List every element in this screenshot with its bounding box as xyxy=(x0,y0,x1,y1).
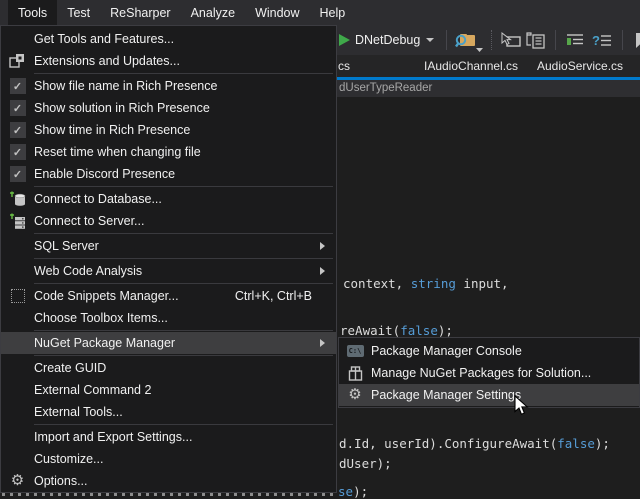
menu-item-show-solution-rich-presence[interactable]: ✓ Show solution in Rich Presence xyxy=(1,97,336,119)
tools-menu: Get Tools and Features... Extensions and… xyxy=(0,25,337,493)
tab-audioservice[interactable]: AudioService.cs xyxy=(537,59,623,73)
shortcut-label: Ctrl+K, Ctrl+B xyxy=(235,289,320,303)
navigate-backward-icon[interactable] xyxy=(499,28,523,52)
tab-iaudiochannel[interactable]: IAudioChannel.cs xyxy=(424,59,518,73)
find-in-files-icon[interactable] xyxy=(453,28,479,52)
menubar-item-help[interactable]: Help xyxy=(310,0,356,25)
menu-item-options[interactable]: ⚙ Options... xyxy=(1,470,336,492)
submenu-arrow-icon xyxy=(320,242,325,250)
menu-item-external-tools[interactable]: External Tools... xyxy=(1,401,336,423)
menu-item-extensions-and-updates[interactable]: Extensions and Updates... xyxy=(1,50,336,72)
code-line: dUser); xyxy=(339,457,392,471)
menu-item-manage-nuget-packages-for-solution[interactable]: Manage NuGet Packages for Solution... xyxy=(339,362,639,384)
run-icon[interactable] xyxy=(338,28,351,52)
code-line: context, string input, xyxy=(343,277,509,291)
bookmark-icon[interactable] xyxy=(629,28,640,52)
menu-item-enable-discord-presence[interactable]: ✓ Enable Discord Presence xyxy=(1,163,336,185)
server-connect-icon xyxy=(1,213,34,230)
check-icon: ✓ xyxy=(10,100,26,116)
toolbar-separator xyxy=(555,30,556,50)
clipped-code-line-tops xyxy=(2,493,336,496)
menu-item-sql-server[interactable]: SQL Server xyxy=(1,235,336,257)
menu-item-show-file-name-rich-presence[interactable]: ✓ Show file name in Rich Presence xyxy=(1,75,336,97)
submenu-arrow-icon xyxy=(320,267,325,275)
submenu-arrow-icon xyxy=(320,339,325,347)
nuget-package-manager-submenu: C:\ Package Manager Console Manage NuGet… xyxy=(338,337,640,408)
indent-lines-icon[interactable] xyxy=(562,28,588,52)
gear-icon: ⚙ xyxy=(348,387,361,403)
menubar-item-resharper[interactable]: ReSharper xyxy=(100,0,180,25)
menubar-item-window[interactable]: Window xyxy=(245,0,309,25)
check-icon: ✓ xyxy=(10,78,26,94)
menu-item-package-manager-settings[interactable]: ⚙ Package Manager Settings xyxy=(339,384,639,406)
code-line: d.Id, userId).ConfigureAwait(false); xyxy=(339,437,610,451)
code-snippets-icon xyxy=(1,289,34,303)
menu-item-choose-toolbox-items[interactable]: Choose Toolbox Items... xyxy=(1,307,336,329)
run-config-dropdown-icon[interactable] xyxy=(426,38,434,42)
menu-item-get-tools-and-features[interactable]: Get Tools and Features... xyxy=(1,28,336,50)
main-menubar: Tools Test ReSharper Analyze Window Help xyxy=(0,0,640,25)
gear-icon: ⚙ xyxy=(11,473,24,489)
check-icon: ✓ xyxy=(10,144,26,160)
menu-item-code-snippets-manager[interactable]: Code Snippets Manager... Ctrl+K, Ctrl+B xyxy=(1,285,336,307)
toolbar-separator xyxy=(622,30,623,50)
menu-item-package-manager-console[interactable]: C:\ Package Manager Console xyxy=(339,340,639,362)
breadcrumb-type-name[interactable]: dUserTypeReader xyxy=(339,82,432,94)
menu-item-import-export-settings[interactable]: Import and Export Settings... xyxy=(1,426,336,448)
console-icon: C:\ xyxy=(339,345,371,357)
menu-item-web-code-analysis[interactable]: Web Code Analysis xyxy=(1,260,336,282)
menu-item-reset-time-when-changing-file[interactable]: ✓ Reset time when changing file xyxy=(1,141,336,163)
svg-text:?: ? xyxy=(592,33,600,48)
toolbar-separator xyxy=(446,30,447,50)
toolbar-separator xyxy=(491,30,493,50)
menubar-item-test[interactable]: Test xyxy=(57,0,100,25)
check-icon: ✓ xyxy=(10,166,26,182)
menubar-item-tools[interactable]: Tools xyxy=(8,0,57,25)
menu-item-external-command-2[interactable]: External Command 2 xyxy=(1,379,336,401)
code-line: reAwait(false); xyxy=(340,324,453,338)
check-icon: ✓ xyxy=(10,122,26,138)
run-configuration-label[interactable]: DNetDebug xyxy=(355,33,420,47)
menu-item-create-guid[interactable]: Create GUID xyxy=(1,357,336,379)
comment-help-icon[interactable]: ? xyxy=(588,28,616,52)
package-icon xyxy=(339,366,371,381)
tab-partial[interactable]: cs xyxy=(338,59,350,73)
menu-item-nuget-package-manager[interactable]: NuGet Package Manager xyxy=(1,332,336,354)
menu-item-connect-to-server[interactable]: Connect to Server... xyxy=(1,210,336,232)
extensions-icon xyxy=(1,53,34,69)
copy-lines-icon[interactable] xyxy=(523,28,549,52)
menubar-item-analyze[interactable]: Analyze xyxy=(181,0,245,25)
database-connect-icon xyxy=(1,191,34,208)
menu-item-customize[interactable]: Customize... xyxy=(1,448,336,470)
menu-item-show-time-rich-presence[interactable]: ✓ Show time in Rich Presence xyxy=(1,119,336,141)
mouse-pointer xyxy=(514,395,529,422)
menu-item-connect-to-database[interactable]: Connect to Database... xyxy=(1,188,336,210)
